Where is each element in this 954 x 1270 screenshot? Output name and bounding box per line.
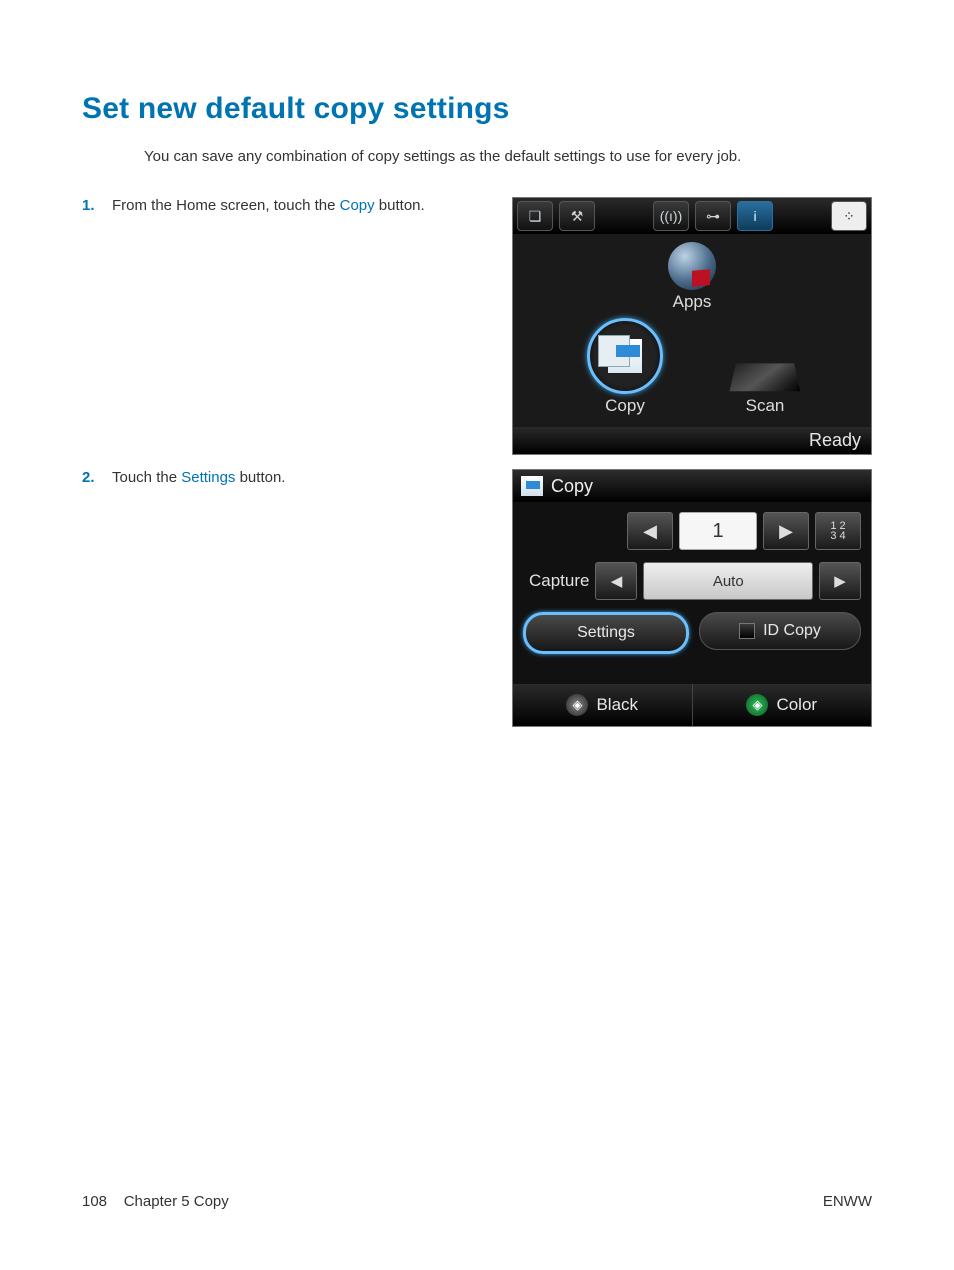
copies-decrement-button[interactable]: ◀ [627, 512, 673, 550]
scan-button[interactable]: Scan [733, 358, 797, 416]
copy-icon [587, 318, 663, 394]
id-copy-icon [739, 623, 755, 639]
step-pre: Touch the [112, 469, 181, 486]
step-highlight: Copy [340, 197, 375, 214]
language-code: ENWW [823, 1193, 872, 1210]
wireless-icon[interactable]: ((ı)) [653, 201, 689, 231]
black-label: Black [596, 695, 638, 715]
network-icon[interactable]: ⊶ [695, 201, 731, 231]
copy-title: Copy [551, 476, 593, 497]
step-number: 2. [82, 469, 112, 486]
info-icon[interactable]: i [737, 201, 773, 231]
apps-icon [668, 242, 716, 290]
page-footer: 108 Chapter 5 Copy ENWW [82, 1193, 872, 1210]
scan-label: Scan [733, 396, 797, 416]
copy-settings-screenshot: Copy ◀ 1 ▶ 1 2 3 4 Capture ◀ Auto ▶ Sett… [512, 469, 872, 727]
copy-label: Copy [587, 396, 663, 416]
apps-button[interactable]: Apps [668, 242, 716, 312]
scan-icon [733, 358, 797, 394]
apps-label: Apps [668, 292, 716, 312]
capture-next-button[interactable]: ▶ [819, 562, 861, 600]
step-highlight: Settings [181, 469, 235, 486]
chapter-label: Chapter 5 Copy [124, 1193, 229, 1210]
step-post: button. [375, 197, 425, 214]
start-color-icon: ◈ [746, 694, 768, 716]
home-top-bar: ❏ ⚒ ((ı)) ⊶ i ⁘ [513, 198, 871, 234]
copy-title-bar: Copy [513, 470, 871, 502]
step-text: Touch the Settings button. [112, 469, 512, 486]
step-2: 2. Touch the Settings button. Copy ◀ 1 ▶… [82, 469, 872, 727]
tools-icon[interactable]: ⚒ [559, 201, 595, 231]
start-color-button[interactable]: ◈ Color [692, 684, 872, 726]
document-icon[interactable]: ❏ [517, 201, 553, 231]
start-black-button[interactable]: ◈ Black [513, 684, 692, 726]
copies-value[interactable]: 1 [679, 512, 757, 550]
step-number: 1. [82, 197, 112, 214]
status-ready: Ready [513, 427, 871, 454]
page-number: 108 [82, 1193, 107, 1210]
intro-text: You can save any combination of copy set… [144, 148, 872, 165]
color-label: Color [776, 695, 817, 715]
id-copy-label: ID Copy [763, 622, 821, 640]
step-1: 1. From the Home screen, touch the Copy … [82, 197, 872, 455]
copies-increment-button[interactable]: ▶ [763, 512, 809, 550]
home-screenshot: ❏ ⚒ ((ı)) ⊶ i ⁘ Apps Copy [512, 197, 872, 455]
copy-title-icon [521, 476, 543, 496]
step-text: From the Home screen, touch the Copy but… [112, 197, 512, 214]
id-copy-button[interactable]: ID Copy [699, 612, 861, 650]
supplies-icon[interactable]: ⁘ [831, 201, 867, 231]
step-pre: From the Home screen, touch the [112, 197, 340, 214]
capture-prev-button[interactable]: ◀ [595, 562, 637, 600]
page-heading: Set new default copy settings [82, 92, 872, 126]
start-black-icon: ◈ [566, 694, 588, 716]
capture-label: Capture [523, 571, 589, 591]
settings-label: Settings [577, 624, 635, 642]
settings-button[interactable]: Settings [523, 612, 689, 654]
layout-icon[interactable]: 1 2 3 4 [815, 512, 861, 550]
step-post: button. [235, 469, 285, 486]
capture-mode-value[interactable]: Auto [643, 562, 813, 600]
copy-button[interactable]: Copy [587, 318, 663, 416]
